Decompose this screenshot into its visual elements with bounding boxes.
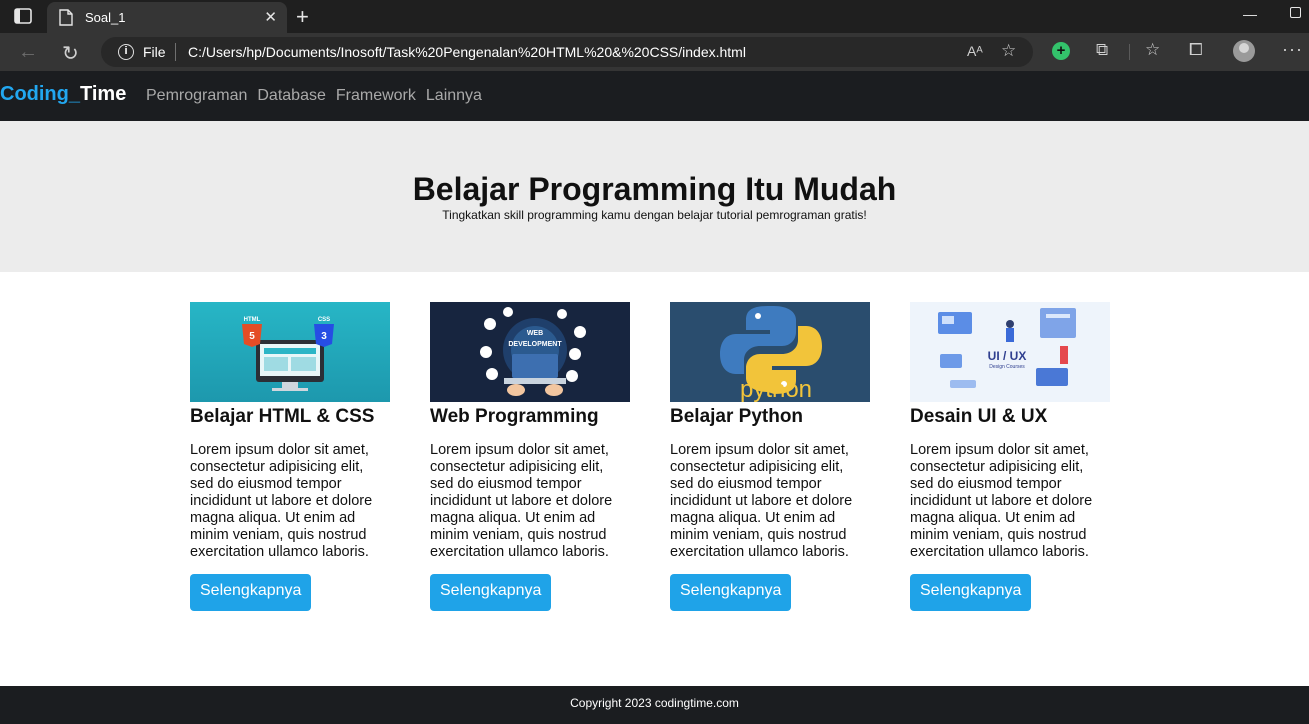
read-more-button[interactable]: Selengkapnya xyxy=(910,574,1032,611)
card-title: Belajar HTML & CSS xyxy=(190,406,375,427)
address-bar[interactable]: i File C:/Users/hp/Documents/Inosoft/Tas… xyxy=(101,37,1033,67)
card-description: Lorem ipsum dolor sit amet, consectetur … xyxy=(190,442,373,560)
svg-text:3: 3 xyxy=(321,331,327,342)
extensions-icon[interactable]: ⧉ xyxy=(1096,40,1108,60)
favorite-add-icon[interactable]: ☆ xyxy=(1001,41,1016,61)
html-css-illustration: 5 HTML 3 CSS xyxy=(242,317,334,391)
site-navbar: Coding_Time Pemrograman Database Framewo… xyxy=(0,71,1309,121)
url-text[interactable]: C:/Users/hp/Documents/Inosoft/Task%20Pen… xyxy=(188,44,746,60)
minimize-icon[interactable]: — xyxy=(1243,6,1257,22)
browser-tab[interactable]: Soal_1 ✕ xyxy=(47,2,287,33)
document-icon xyxy=(59,9,73,26)
card-description: Lorem ipsum dolor sit amet, consectetur … xyxy=(910,442,1093,560)
copyright-text: Copyright 2023 codingtime.com xyxy=(570,696,739,710)
read-more-button[interactable]: Selengkapnya xyxy=(190,574,312,611)
divider xyxy=(175,43,176,61)
main-menu: Pemrograman Database Framework Lainnya xyxy=(146,87,482,105)
read-more-button[interactable]: Selengkapnya xyxy=(670,574,792,611)
svg-text:DEVELOPMENT: DEVELOPMENT xyxy=(508,341,562,348)
svg-text:WEB: WEB xyxy=(527,330,543,337)
course-cards: 5 HTML 3 CSS Belajar HTML & CSS Lorem ip… xyxy=(190,302,1110,622)
course-card-html-css: 5 HTML 3 CSS Belajar HTML & CSS Lorem ip… xyxy=(190,302,390,611)
course-card-ui-ux: UI / UX Design Courses Desain UI & UX Lo… xyxy=(910,302,1110,611)
python-thumbnail: python xyxy=(670,302,870,402)
menu-pemrograman[interactable]: Pemrograman xyxy=(146,87,247,105)
card-description: Lorem ipsum dolor sit amet, consectetur … xyxy=(670,442,853,560)
ui-ux-illustration: UI / UX Design Courses xyxy=(938,308,1076,388)
ui-ux-thumbnail: UI / UX Design Courses xyxy=(910,302,1110,402)
read-aloud-icon[interactable]: Aᴬ xyxy=(967,43,983,59)
site-footer: Copyright 2023 codingtime.com xyxy=(0,686,1309,724)
read-more-button[interactable]: Selengkapnya xyxy=(430,574,552,611)
new-tab-icon[interactable]: + xyxy=(296,4,309,30)
divider xyxy=(1129,44,1130,60)
card-title: Web Programming xyxy=(430,406,599,427)
hero-title: Belajar Programming Itu Mudah xyxy=(412,171,897,207)
html-css-thumbnail: 5 HTML 3 CSS xyxy=(190,302,390,402)
url-scheme: File xyxy=(143,44,166,60)
python-logo-illustration: python xyxy=(720,306,822,402)
web-development-illustration: WEB DEVELOPMENT xyxy=(480,307,586,396)
svg-text:Design Courses: Design Courses xyxy=(989,364,1025,370)
hero-section: Belajar Programming Itu Mudah Tingkatkan… xyxy=(0,121,1309,272)
menu-framework[interactable]: Framework xyxy=(336,87,416,105)
web-programming-thumbnail: WEB DEVELOPMENT xyxy=(430,302,630,402)
address-toolbar: ← ↻ i File C:/Users/hp/Documents/Inosoft… xyxy=(0,33,1309,71)
hero-subtitle: Tingkatkan skill programming kamu dengan… xyxy=(442,208,867,222)
svg-text:CSS: CSS xyxy=(318,317,330,323)
card-title: Belajar Python xyxy=(670,406,804,427)
favorites-icon[interactable]: ☆ xyxy=(1145,40,1160,60)
info-icon[interactable]: i xyxy=(118,44,134,60)
profile-icon[interactable] xyxy=(1233,40,1255,62)
close-tab-icon[interactable]: ✕ xyxy=(264,8,277,26)
course-card-web-programming: WEB DEVELOPMENT Web Programming Lorem ip… xyxy=(430,302,630,611)
menu-database[interactable]: Database xyxy=(257,87,326,105)
browser-tab-strip: Soal_1 ✕ + — xyxy=(0,0,1309,33)
more-icon[interactable]: ··· xyxy=(1282,39,1303,60)
restore-icon[interactable] xyxy=(1290,7,1301,18)
tab-actions-icon[interactable] xyxy=(14,8,32,24)
copilot-icon[interactable]: + xyxy=(1052,42,1070,60)
tab-title: Soal_1 xyxy=(85,10,126,25)
svg-text:python: python xyxy=(740,376,812,402)
collections-icon[interactable]: ⧠ xyxy=(1189,40,1203,60)
svg-text:5: 5 xyxy=(249,331,255,342)
back-icon[interactable]: ← xyxy=(18,41,38,64)
refresh-icon[interactable]: ↻ xyxy=(62,41,79,66)
card-title: Desain UI & UX xyxy=(910,406,1048,427)
card-description: Lorem ipsum dolor sit amet, consectetur … xyxy=(430,442,613,560)
menu-lainnya[interactable]: Lainnya xyxy=(426,87,482,105)
site-logo[interactable]: Coding_Time xyxy=(0,83,126,106)
svg-text:UI / UX: UI / UX xyxy=(988,349,1027,363)
svg-text:HTML: HTML xyxy=(244,317,261,323)
course-card-python: python Belajar Python Lorem ipsum dolor … xyxy=(670,302,870,611)
